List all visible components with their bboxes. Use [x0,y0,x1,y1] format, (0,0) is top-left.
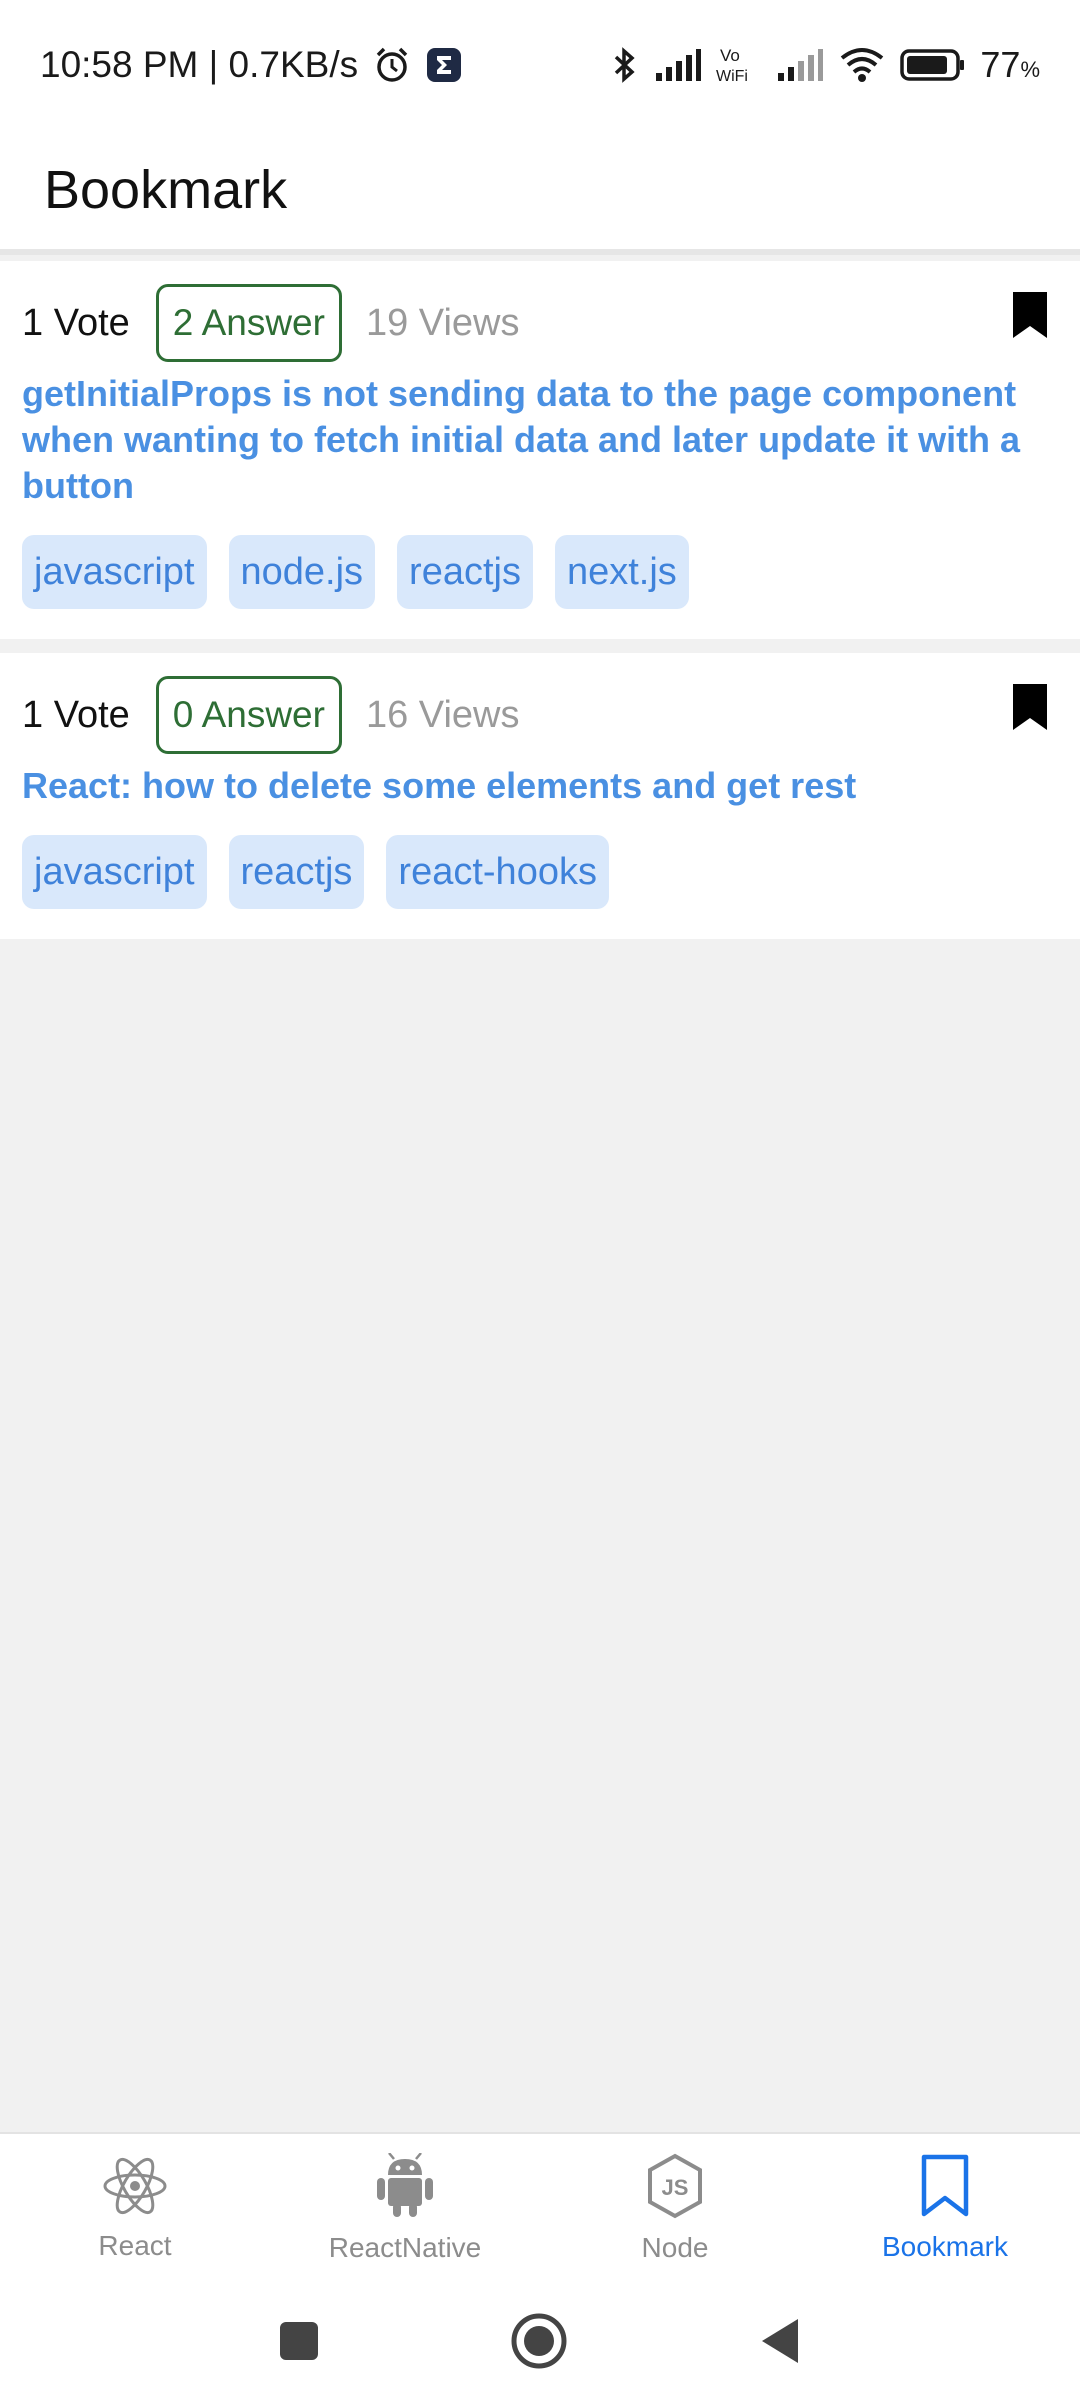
home-button[interactable] [510,2312,568,2370]
tag-list: javascript node.js reactjs next.js [22,535,1058,609]
recents-button[interactable] [278,2320,320,2362]
tag-list: javascript reactjs react-hooks [22,835,1058,909]
bookmark-filled-icon[interactable] [1010,289,1050,341]
nav-item-node[interactable]: JS Node [540,2134,810,2282]
signal-icon [776,47,824,83]
answer-count-badge: 2 Answer [155,284,342,362]
view-count: 16 Views [365,693,520,736]
bookmark-icon [920,2154,970,2223]
question-meta: 1 Vote 2 Answer 19 Views [22,283,1058,363]
alarm-icon [372,45,412,85]
react-icon [101,2155,169,2222]
tag-chip[interactable]: next.js [554,535,689,609]
nav-label: Bookmark [881,2230,1009,2262]
nav-label: React [98,2229,172,2261]
svg-text:JS: JS [662,2175,689,2200]
vote-count: 1 Vote [22,301,130,344]
battery-percent: 77% [980,44,1040,85]
tag-chip[interactable]: reactjs [397,535,533,609]
vote-count: 1 Vote [22,693,130,736]
answer-count-badge: 0 Answer [155,676,342,754]
page-title: Bookmark [44,159,288,220]
svg-text:WiFi: WiFi [716,68,748,85]
view-count: 19 Views [365,301,520,344]
bottom-nav: React ReactNative JS Node Bookmark [0,2132,1080,2282]
signal-icon [654,47,702,83]
tag-chip[interactable]: reactjs [228,835,365,909]
android-icon [374,2151,436,2224]
nodejs-icon: JS [645,2153,705,2224]
question-title-link[interactable]: getInitialProps is not sending data to t… [22,371,1058,509]
question-card[interactable]: 1 Vote 2 Answer 19 Views getInitialProps… [0,261,1080,639]
bookmark-list: 1 Vote 2 Answer 19 Views getInitialProps… [0,261,1080,953]
tag-chip[interactable]: javascript [22,535,207,609]
tag-chip[interactable]: node.js [228,535,376,609]
question-title-link[interactable]: React: how to delete some elements and g… [22,763,1058,809]
status-left: 10:58 PM | 0.7KB/s [40,44,462,86]
wifi-icon [838,46,886,84]
bluetooth-icon [610,45,640,85]
nav-label: ReactNative [328,2231,482,2263]
question-card[interactable]: 1 Vote 0 Answer 16 Views React: how to d… [0,653,1080,939]
app-header: Bookmark [0,130,1080,255]
bookmark-filled-icon[interactable] [1010,681,1050,733]
app-notification-icon [426,47,462,83]
status-right: Vo WiFi 77% [610,44,1040,86]
back-button[interactable] [758,2317,802,2365]
nav-label: Node [641,2231,709,2263]
status-bar: 10:58 PM | 0.7KB/s Vo WiFi 77% [0,0,1080,130]
vowifi-icon: Vo WiFi [716,45,762,85]
nav-item-reactnative[interactable]: ReactNative [270,2134,540,2282]
status-time: 10:58 PM | 0.7KB/s [40,44,359,85]
svg-text:Vo: Vo [720,46,740,65]
nav-item-bookmark[interactable]: Bookmark [810,2134,1080,2282]
system-nav-bar [0,2282,1080,2400]
nav-item-react[interactable]: React [0,2134,270,2282]
battery-icon [900,48,966,82]
question-meta: 1 Vote 0 Answer 16 Views [22,675,1058,755]
tag-chip[interactable]: javascript [22,835,207,909]
tag-chip[interactable]: react-hooks [386,835,609,909]
